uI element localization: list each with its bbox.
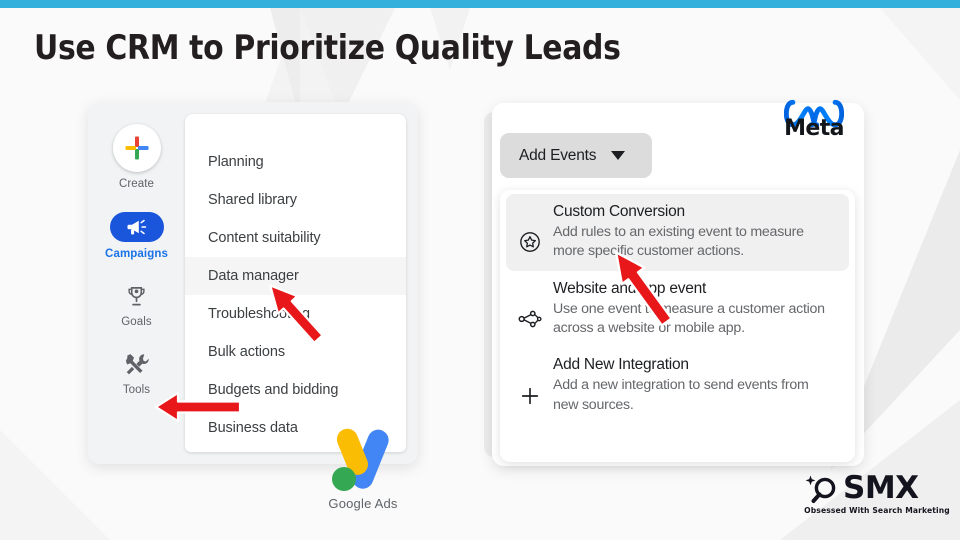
menu-item-label: Planning: [208, 154, 264, 170]
dropdown-item-title: Website and app event: [553, 279, 707, 297]
google-ads-logo: Google Ads: [320, 424, 406, 516]
add-events-dropdown-menu: Custom Conversion Add rules to an existi…: [500, 190, 855, 462]
sidebar-item-goals[interactable]: Goals: [97, 282, 177, 328]
google-ads-logo-label: Google Ads: [328, 496, 398, 511]
top-accent-bar: [0, 0, 960, 8]
google-ads-sidebar: Create Campaigns Goals Tools: [88, 102, 185, 464]
smx-logo: SMX Obsessed With Search Marketing: [803, 470, 950, 522]
tools-icon: [125, 353, 149, 374]
megaphone-icon: [126, 219, 146, 235]
menu-item-planning[interactable]: Planning: [185, 143, 406, 181]
create-button[interactable]: [112, 124, 161, 172]
sidebar-item-campaigns[interactable]: Campaigns: [97, 212, 177, 260]
menu-item-content-suitability[interactable]: Content suitability: [185, 219, 406, 257]
dropdown-item-description: Use one event to measure a customer acti…: [553, 300, 825, 336]
menu-item-troubleshooting[interactable]: Troubleshooting: [185, 295, 406, 333]
menu-item-budgets-and-bidding[interactable]: Budgets and bidding: [185, 371, 406, 409]
google-ads-menu-panel: Planning Shared library Content suitabil…: [185, 114, 406, 452]
sidebar-item-label: Goals: [121, 316, 152, 328]
menu-item-label: Data manager: [208, 268, 299, 284]
dropdown-item-custom-conversion[interactable]: Custom Conversion Add rules to an existi…: [506, 194, 849, 271]
chevron-down-icon: [611, 151, 626, 160]
star-circle-icon: [520, 232, 540, 253]
dropdown-item-description: Add rules to an existing event to measur…: [553, 224, 804, 260]
sidebar-item-label: Campaigns: [105, 248, 168, 260]
menu-item-label: Bulk actions: [208, 344, 285, 360]
menu-item-shared-library[interactable]: Shared library: [185, 181, 406, 219]
page-title: Use CRM to Prioritize Quality Leads: [34, 28, 621, 68]
add-events-button[interactable]: Add Events: [500, 133, 652, 178]
meta-wordmark: Meta: [784, 116, 844, 141]
menu-item-label: Shared library: [208, 192, 297, 208]
google-ads-screenshot-card: Create Campaigns Goals Tools Planning Sh…: [88, 102, 418, 464]
add-events-label: Add Events: [519, 146, 597, 164]
magnifier-sparkle-icon: [805, 475, 836, 503]
menu-item-label: Content suitability: [208, 230, 321, 246]
sidebar-item-tools[interactable]: Tools: [97, 350, 177, 396]
dropdown-item-title: Custom Conversion: [553, 203, 685, 220]
menu-item-label: Troubleshooting: [208, 306, 310, 322]
plus-icon: [125, 136, 148, 160]
slide-canvas: Use CRM to Prioritize Quality Leads Crea…: [0, 0, 960, 540]
menu-item-bulk-actions[interactable]: Bulk actions: [185, 333, 406, 371]
menu-item-label: Budgets and bidding: [208, 382, 339, 398]
dropdown-item-website-and-app-event[interactable]: Website and app event Use one event to m…: [506, 271, 849, 348]
smx-wordmark: SMX: [843, 470, 919, 506]
plus-icon: [521, 387, 539, 404]
smx-tagline: Obsessed With Search Marketing: [804, 506, 950, 515]
dropdown-item-add-new-integration[interactable]: Add New Integration Add a new integratio…: [506, 347, 849, 424]
sidebar-item-label: Tools: [122, 384, 151, 396]
sidebar-item-label: Create: [118, 178, 155, 190]
menu-item-data-manager[interactable]: Data manager: [185, 257, 406, 295]
campaigns-pill[interactable]: [109, 212, 164, 242]
menu-item-label: Business data: [208, 420, 298, 436]
dropdown-item-title: Add New Integration: [553, 356, 689, 374]
dropdown-item-description: Add a new integration to send events fro…: [553, 377, 809, 413]
connector-nodes-icon: [518, 310, 542, 328]
trophy-icon: [128, 286, 145, 306]
sidebar-item-create[interactable]: Create: [97, 124, 177, 190]
